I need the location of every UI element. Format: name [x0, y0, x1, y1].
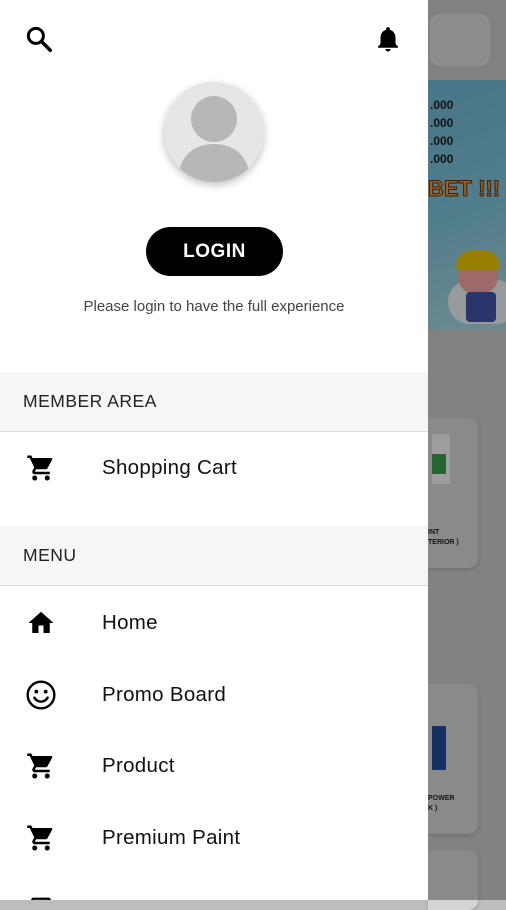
menu-item-home[interactable]: Home: [0, 593, 428, 653]
smiley-icon: [21, 679, 61, 711]
navigation-drawer: LOGIN Please login to have the full expe…: [0, 0, 428, 900]
avatar: [164, 82, 264, 182]
menu-item-label: Premium Paint: [102, 826, 241, 849]
menu-item-product[interactable]: Product: [0, 736, 428, 796]
login-button[interactable]: LOGIN: [146, 227, 283, 276]
menu-item-premium-paint[interactable]: Premium Paint: [0, 808, 428, 868]
menu-header: MENU: [0, 526, 428, 586]
menu-item-promo-board[interactable]: Promo Board: [0, 665, 428, 725]
menu-item-shopping-cart[interactable]: Shopping Cart: [0, 438, 428, 498]
cart-icon: [21, 823, 61, 853]
cart-icon: [21, 453, 61, 483]
user-placeholder-icon: [178, 96, 250, 182]
notification-button[interactable]: [371, 22, 405, 56]
menu-item-label: Shopping Cart: [102, 456, 237, 479]
home-icon: [21, 608, 61, 638]
bell-icon: [378, 27, 398, 52]
cart-icon: [21, 751, 61, 781]
menu-item-partial[interactable]: [0, 880, 428, 900]
login-hint: Please login to have the full experience: [83, 298, 345, 315]
document-icon: [21, 895, 61, 900]
member-area-header: MEMBER AREA: [0, 372, 428, 432]
search-button[interactable]: [22, 22, 56, 56]
menu-item-label: Home: [102, 611, 158, 634]
menu-item-label: Promo Board: [102, 683, 227, 706]
search-icon: [26, 26, 52, 52]
menu-item-label: Product: [102, 754, 175, 777]
